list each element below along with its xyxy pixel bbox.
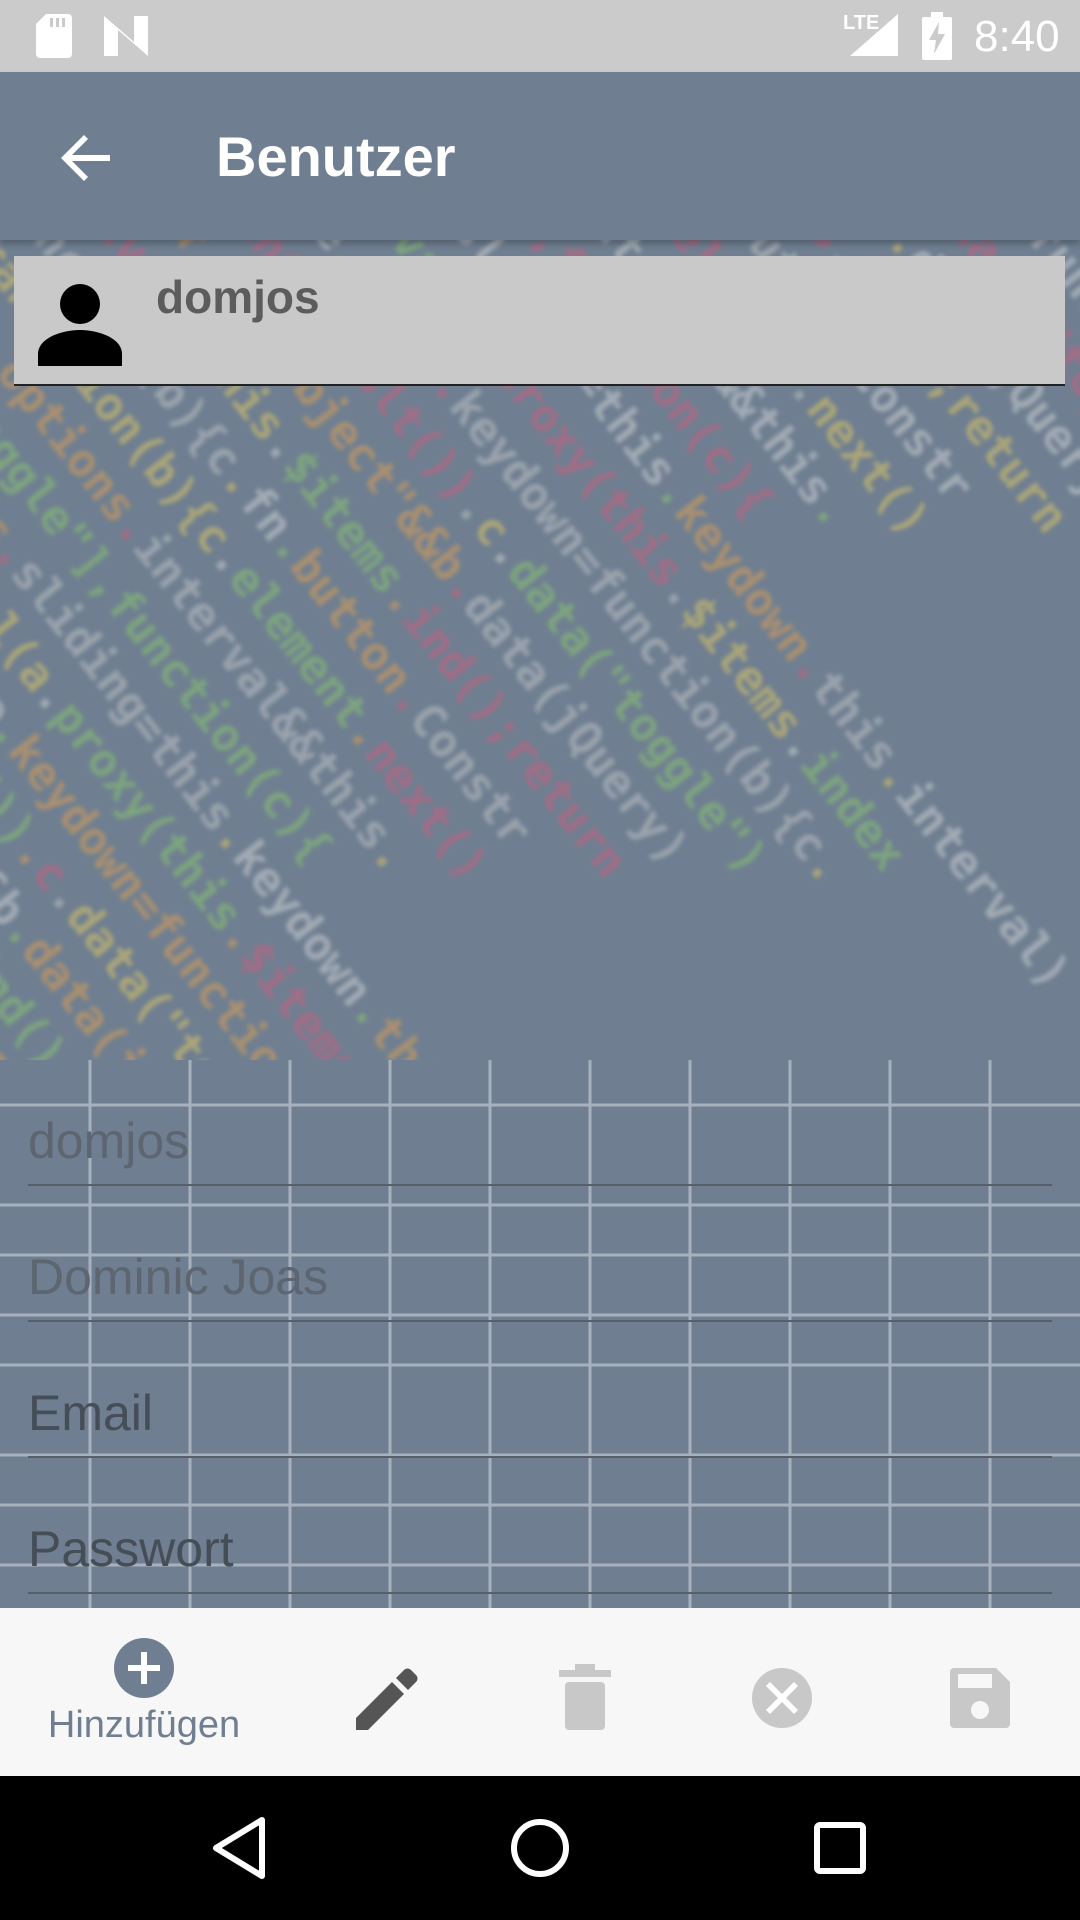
sd-card-icon [36,14,72,58]
n-logo-icon [104,16,148,56]
app-bar: Benutzer [0,72,1080,240]
username-value: domjos [28,1113,190,1169]
email-placeholder: Email [28,1385,154,1441]
cancel-icon[interactable] [742,1658,822,1738]
fullname-field[interactable]: Dominic Joas [28,1222,1052,1322]
add-button[interactable]: Hinzufügen [38,1638,250,1768]
list-item-username: domjos [156,271,320,323]
email-field[interactable]: Email [28,1358,1052,1458]
password-field[interactable]: Passwort [28,1494,1052,1594]
add-button-label: Hinzufügen [47,1704,241,1746]
password-placeholder: Passwort [28,1521,234,1577]
bottom-action-bar: Hinzufügen [0,1608,1080,1776]
page-title: Benutzer [216,125,456,188]
nav-back-icon[interactable] [204,1812,276,1884]
fullname-value: Dominic Joas [28,1249,329,1305]
status-bar: LTE 8:40 [0,0,1080,72]
person-icon [38,284,122,366]
user-list-item[interactable]: domjos [14,256,1065,386]
user-form: domjos Dominic Joas Email Passwort [0,1060,1080,1608]
add-circle-icon [114,1638,174,1698]
system-nav-bar [0,1776,1080,1920]
signal-icon [850,14,898,56]
clock: 8:40 [974,12,1060,61]
nav-home-icon[interactable] [504,1812,576,1884]
username-field[interactable]: domjos [28,1086,1052,1186]
save-floppy-icon[interactable] [940,1658,1020,1738]
delete-trash-icon[interactable] [545,1658,625,1738]
battery-charging-icon [922,12,952,60]
nav-recents-icon[interactable] [804,1812,876,1884]
arrow-back-icon[interactable] [50,122,122,194]
edit-pencil-icon[interactable] [348,1658,428,1738]
